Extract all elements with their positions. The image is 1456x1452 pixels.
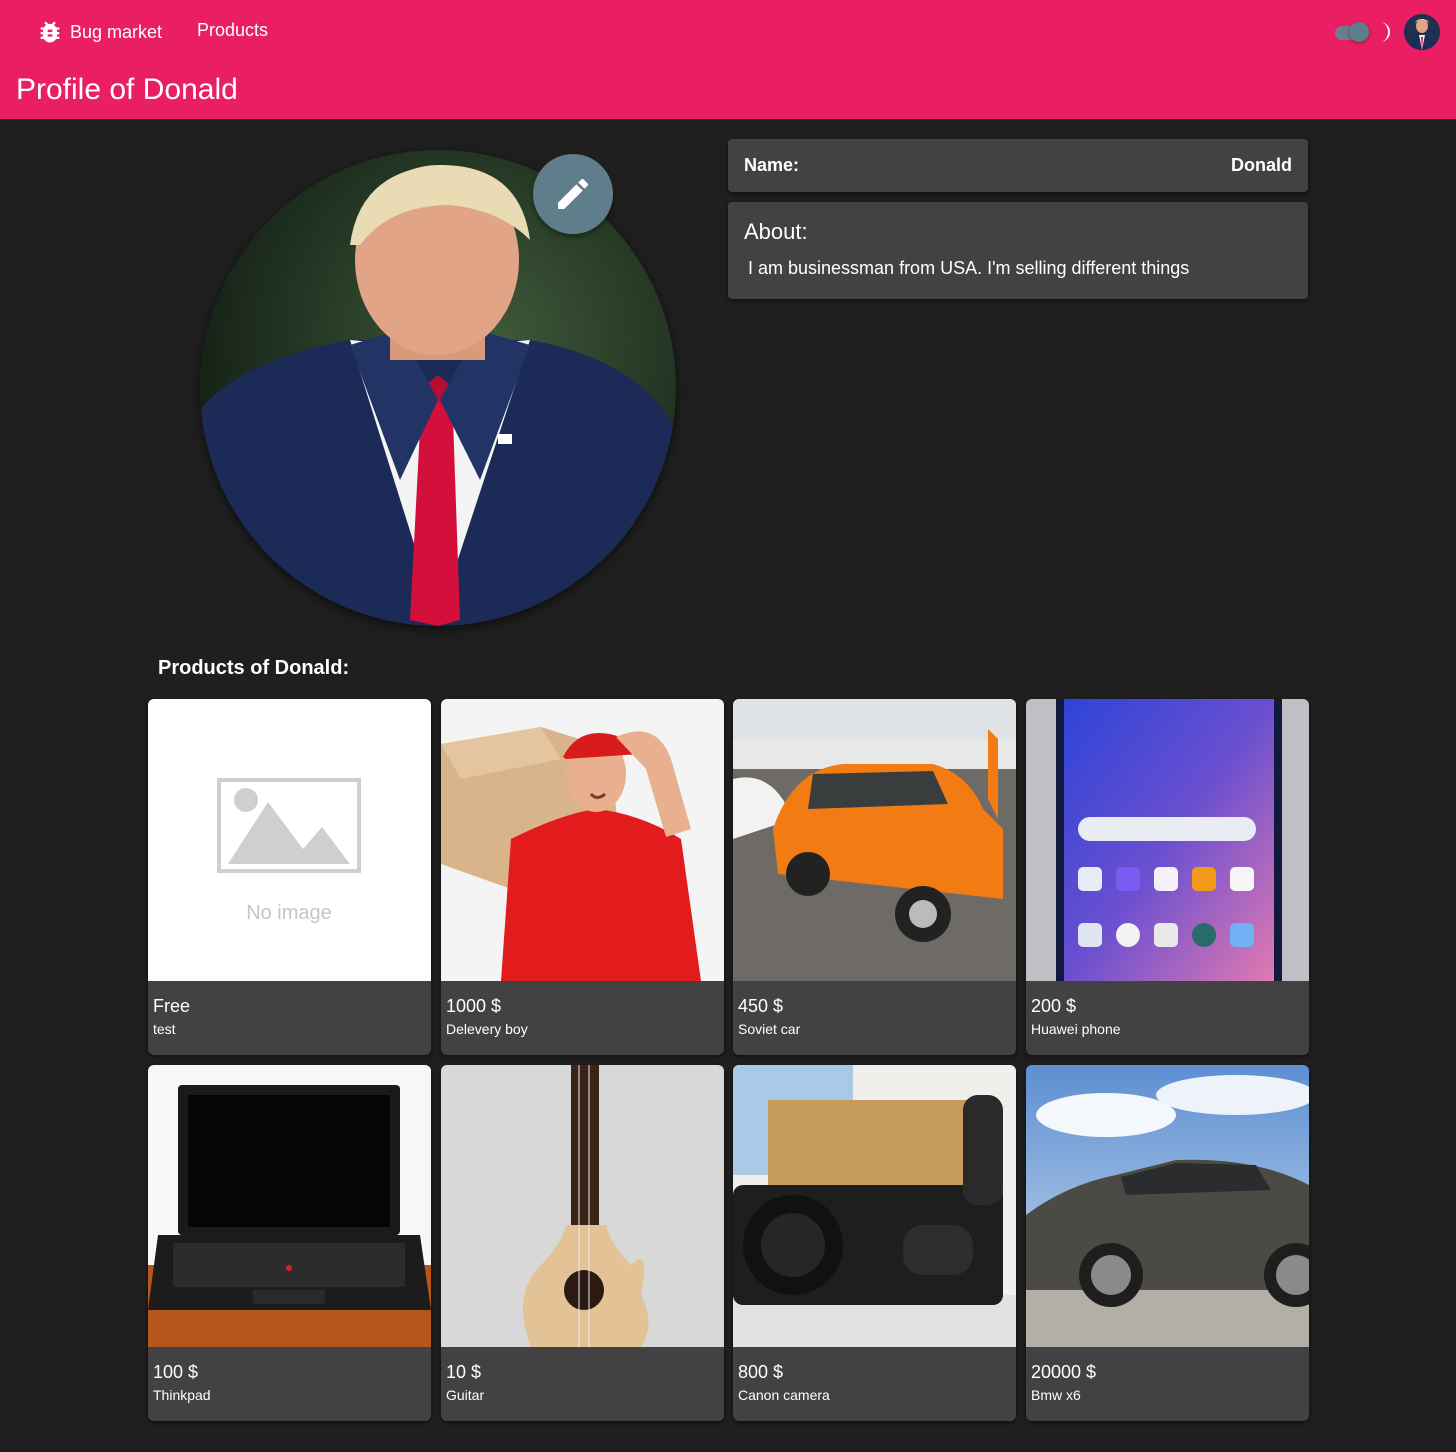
product-name: Thinkpad [153, 1387, 211, 1403]
pencil-icon [558, 178, 589, 209]
product-price: 800 $ [738, 1362, 784, 1382]
product-card[interactable]: No image Free test [148, 699, 431, 1055]
theme-toggle[interactable] [1333, 21, 1373, 43]
profile-avatar [200, 150, 676, 626]
name-value: Donald [1231, 155, 1292, 175]
product-image [441, 699, 724, 981]
no-image-icon: No image [148, 699, 431, 981]
product-price: 200 $ [1031, 996, 1077, 1016]
product-price: 450 $ [738, 996, 784, 1016]
product-image [1026, 1065, 1309, 1347]
product-name: test [153, 1021, 176, 1037]
product-price: 100 $ [153, 1362, 199, 1382]
brand-link[interactable]: Bug market [36, 18, 162, 46]
product-price: 20000 $ [1031, 1362, 1097, 1382]
no-image-text: No image [246, 902, 332, 924]
product-name: Soviet car [738, 1021, 801, 1037]
moon-icon [1380, 22, 1390, 42]
about-card: About: I am businessman from USA. I'm se… [728, 202, 1308, 299]
product-price: Free [153, 996, 191, 1016]
product-image [733, 1065, 1016, 1347]
name-label: Name: [744, 155, 800, 175]
nav-products-link[interactable]: Products [197, 20, 268, 41]
product-price: 1000 $ [446, 996, 502, 1016]
product-card[interactable]: 10 $ Guitar [441, 1065, 724, 1421]
product-card[interactable]: 800 $ Canon camera [733, 1065, 1016, 1421]
product-image [733, 699, 1016, 981]
name-card: Name: Donald [728, 139, 1308, 192]
product-card[interactable]: 1000 $ Delevery boy [441, 699, 724, 1055]
product-card[interactable]: 20000 $ Bmw x6 [1026, 1065, 1309, 1421]
product-price: 10 $ [446, 1362, 482, 1382]
delivery-boy-photo [441, 699, 724, 981]
suv-photo [1026, 1065, 1309, 1347]
toggle-knob [1349, 22, 1369, 42]
edit-profile-button[interactable] [533, 154, 613, 234]
product-name: Delevery boy [446, 1021, 528, 1037]
product-name: Bmw x6 [1031, 1387, 1081, 1403]
about-text: I am businessman from USA. I'm selling d… [748, 258, 1190, 278]
user-avatar[interactable] [1404, 14, 1440, 50]
guitar-photo [441, 1065, 724, 1347]
orange-car-photo [733, 699, 1016, 981]
camera-photo [733, 1065, 1016, 1347]
app-header: Bug market Products Profile of Donald [0, 0, 1456, 119]
product-card[interactable]: 200 $ Huawei phone [1026, 699, 1309, 1055]
product-card[interactable]: 100 $ Thinkpad [148, 1065, 431, 1421]
product-image: No image [148, 699, 431, 981]
page-title: Profile of Donald [16, 73, 238, 106]
product-card[interactable]: 450 $ Soviet car [733, 699, 1016, 1055]
portrait-image [200, 150, 676, 626]
phone-photo [1026, 699, 1309, 981]
product-image [1026, 699, 1309, 981]
product-image [441, 1065, 724, 1347]
avatar-portrait-icon [1404, 14, 1440, 50]
product-name: Huawei phone [1031, 1021, 1121, 1037]
laptop-photo [148, 1065, 431, 1347]
product-name: Canon camera [738, 1387, 830, 1403]
brand-text: Bug market [70, 21, 163, 42]
products-heading: Products of Donald: [158, 657, 350, 679]
about-label: About: [744, 219, 808, 244]
bug-icon [40, 21, 60, 43]
product-name: Guitar [446, 1387, 485, 1403]
product-image [148, 1065, 431, 1347]
